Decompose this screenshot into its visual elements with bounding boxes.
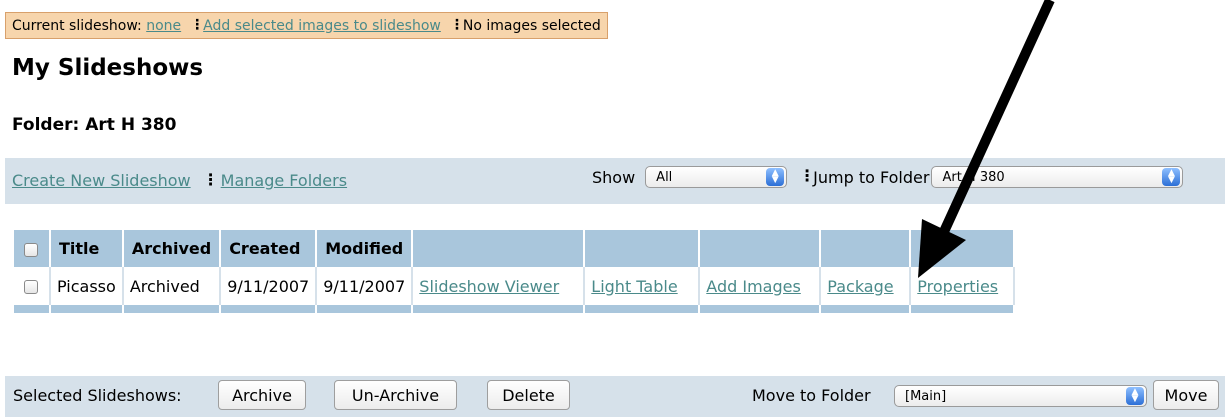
table-row: Picasso Archived 9/11/2007 9/11/2007 Sli… [14, 267, 1016, 305]
updown-arrow-icon: ▲ ▼ [1162, 168, 1181, 186]
cell-modified: 9/11/2007 [316, 267, 414, 305]
cell-created: 9/11/2007 [220, 267, 318, 305]
move-to-folder-label: Move to Folder [752, 386, 871, 405]
column-header-blank [699, 230, 822, 267]
column-header-blank [820, 230, 912, 267]
column-header-created[interactable]: Created [220, 230, 318, 267]
updown-arrow-icon: ▲ ▼ [766, 168, 785, 186]
select-all-cell [14, 230, 51, 267]
move-button[interactable]: Move [1153, 380, 1219, 410]
properties-link[interactable]: Properties [917, 277, 998, 296]
row-checkbox[interactable] [24, 280, 38, 294]
current-slideshow-label: Current slideshow: [12, 17, 142, 34]
page-title: My Slideshows [12, 55, 204, 81]
select-all-checkbox[interactable] [24, 242, 38, 257]
column-header-blank [412, 230, 586, 267]
jump-to-folder-select[interactable]: Art H 380 ▲ ▼ [931, 166, 1184, 188]
cell-action: Slideshow Viewer [412, 267, 586, 305]
show-label: Show [592, 167, 636, 187]
separator-icon: ⋮ [190, 16, 205, 33]
create-slideshow-link[interactable]: Create New Slideshow [12, 171, 191, 190]
cell-action: Properties [910, 267, 1016, 305]
separator-icon: ⋮ [799, 166, 816, 185]
column-header-blank [584, 230, 701, 267]
updown-arrow-icon: ▲ ▼ [1126, 387, 1144, 405]
table-header-row: Title Archived Created Modified [14, 230, 1016, 267]
column-header-archived[interactable]: Archived [122, 230, 222, 267]
table-footer-row [14, 305, 1016, 313]
selection-status: No images selected [462, 17, 601, 34]
current-slideshow-link[interactable]: none [146, 18, 181, 34]
row-select-cell [14, 267, 51, 305]
separator-icon: ⋮ [449, 16, 464, 33]
cell-action: Package [820, 267, 912, 305]
cell-archived: Archived [122, 267, 222, 305]
show-filter-value: All [656, 169, 673, 185]
jump-to-folder-value: Art H 380 [942, 169, 1005, 185]
slideshow-table: Title Archived Created Modified Picasso … [14, 230, 1016, 313]
selected-slideshows-bar: Selected Slideshows: Archive Un-Archive … [5, 376, 1225, 417]
folder-heading: Folder: Art H 380 [12, 115, 177, 135]
light-table-link[interactable]: Light Table [591, 277, 677, 296]
selected-slideshows-label: Selected Slideshows: [13, 386, 182, 405]
jump-to-folder-label: Jump to Folder [813, 167, 930, 187]
slideshow-toolbar: Create New Slideshow ⋮ Manage Folders Sh… [5, 158, 1225, 204]
cell-action: Light Table [584, 267, 701, 305]
column-header-blank [910, 230, 1016, 267]
column-header-modified[interactable]: Modified [316, 230, 414, 267]
add-images-link[interactable]: Add Images [706, 277, 801, 296]
slideshow-viewer-link[interactable]: Slideshow Viewer [419, 277, 559, 296]
cell-action: Add Images [699, 267, 822, 305]
move-to-folder-value: [Main] [905, 388, 947, 404]
column-header-title[interactable]: Title [50, 230, 124, 267]
package-link[interactable]: Package [827, 277, 893, 296]
manage-folders-link[interactable]: Manage Folders [221, 171, 347, 190]
unarchive-button[interactable]: Un-Archive [334, 380, 457, 410]
add-selected-images-link[interactable]: Add selected images to slideshow [203, 18, 441, 34]
move-to-folder-select[interactable]: [Main] ▲ ▼ [894, 385, 1147, 407]
show-filter-select[interactable]: All ▲ ▼ [645, 166, 788, 188]
separator-icon: ⋮ [202, 169, 219, 189]
cell-title: Picasso [50, 267, 124, 305]
current-slideshow-bar: Current slideshow: none ⋮ Add selected i… [5, 12, 608, 39]
archive-button[interactable]: Archive [218, 380, 306, 410]
delete-button[interactable]: Delete [487, 380, 570, 410]
